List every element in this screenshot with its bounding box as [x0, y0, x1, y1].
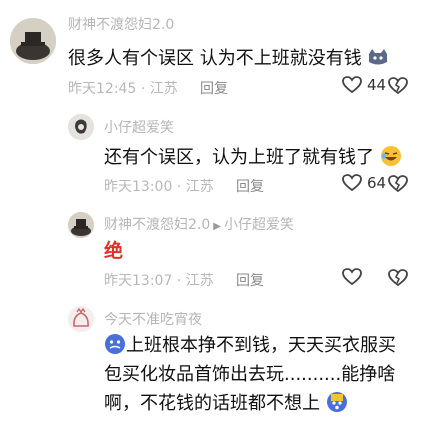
heart-icon [342, 76, 362, 94]
comment-text-content: 啊，不花钱的话班都不想上 [104, 393, 320, 414]
comment-username[interactable]: 财神不渡怨妇2.0 [104, 217, 210, 233]
comment-text: 很多人有个误区 认为不上班就没有钱 [68, 46, 389, 76]
comment-text-line: 包买化妆品首饰出去玩..........能挣啥 [104, 364, 396, 385]
comment-text-content: 很多人有个误区 认为不上班就没有钱 [68, 48, 362, 69]
heart-icon [342, 174, 362, 192]
like-count: 44 [367, 76, 387, 94]
comment-meta: 昨天12:45 · 江苏 [68, 81, 178, 97]
avatar[interactable] [68, 212, 94, 238]
comment-text: 还有个误区，认为上班了就有钱了 [104, 145, 402, 175]
dislike-heart-icon [388, 269, 408, 287]
comment-text-content: 还有个误区，认为上班了就有钱了 [104, 147, 374, 168]
blue-face-emoji-icon [104, 333, 126, 363]
comment-meta: 昨天13:07 · 江苏 [104, 273, 214, 289]
reply-button[interactable]: 回复 [200, 78, 228, 98]
cat-emoji-icon [367, 48, 389, 76]
avatar[interactable] [68, 114, 94, 140]
comment-meta: 昨天13:00 · 江苏 [104, 179, 214, 195]
comment-text-line: 啊，不花钱的话班都不想上 [104, 391, 348, 421]
like-button[interactable]: 64 [342, 174, 386, 192]
dislike-button[interactable] [388, 175, 408, 197]
dislike-heart-icon [388, 175, 408, 193]
like-button[interactable] [342, 268, 367, 286]
like-button[interactable]: 44 [342, 76, 386, 94]
comment-username[interactable]: 小仔超爱笑 [104, 117, 174, 137]
reply-button[interactable]: 回复 [236, 176, 264, 196]
dislike-button[interactable] [388, 77, 408, 99]
comment-username[interactable]: 财神不渡怨妇2.0 [68, 14, 174, 34]
comment-text-line: 上班根本挣不到钱，天天买衣服买 [104, 333, 396, 363]
reply-header: 财神不渡怨妇2.0 ▶ 小仔超爱笑 [104, 214, 294, 234]
comment-username[interactable]: 今天不准吃宵夜 [104, 309, 202, 329]
shocked-emoji-icon [326, 391, 348, 421]
dislike-heart-icon [388, 77, 408, 95]
avatar[interactable] [68, 306, 94, 332]
dislike-button[interactable] [388, 269, 408, 291]
reply-button[interactable]: 回复 [236, 270, 264, 290]
heart-icon [342, 268, 362, 286]
like-count: 64 [367, 174, 387, 192]
comment-text: 绝 [104, 240, 124, 262]
comment-text-content: 上班根本挣不到钱，天天买衣服买 [126, 335, 396, 356]
reply-to-username[interactable]: 小仔超爱笑 [224, 217, 294, 233]
reply-arrow-icon: ▶ [213, 221, 221, 232]
laughing-emoji-icon [380, 145, 402, 175]
avatar[interactable] [10, 18, 56, 64]
